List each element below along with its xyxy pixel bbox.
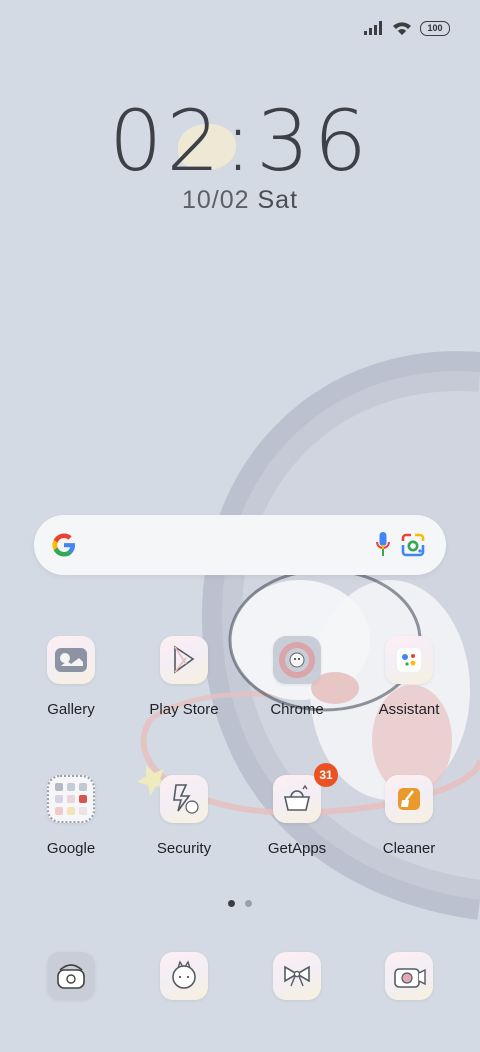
app-cleaner[interactable]: Cleaner xyxy=(353,775,465,875)
dock-camera[interactable] xyxy=(353,952,465,1052)
app-label: GetApps xyxy=(267,840,327,857)
page-dot-active[interactable] xyxy=(228,900,235,907)
app-security[interactable]: Security xyxy=(128,775,240,875)
app-label: Chrome xyxy=(270,701,324,718)
app-label: Google xyxy=(46,840,96,857)
dock-phone[interactable] xyxy=(15,952,127,1052)
assistant-icon xyxy=(385,636,433,684)
dock-messages[interactable] xyxy=(128,952,240,1052)
cleaner-icon xyxy=(385,775,433,823)
ribbon-icon xyxy=(273,952,321,1000)
camera-icon xyxy=(385,952,433,1000)
app-label: Cleaner xyxy=(382,840,436,857)
page-dot[interactable] xyxy=(245,900,252,907)
messages-icon xyxy=(160,952,208,1000)
app-play-store[interactable]: Play Store xyxy=(128,636,240,736)
google-g-icon xyxy=(52,533,75,557)
microphone-icon[interactable] xyxy=(376,531,390,559)
status-bar: 100 xyxy=(364,18,450,38)
phone-icon xyxy=(47,952,95,1000)
signal-icon xyxy=(364,21,382,35)
date-text: 10/02 xyxy=(181,186,250,214)
dock-ribbon[interactable] xyxy=(241,952,353,1052)
app-google-folder[interactable]: Google xyxy=(15,775,127,875)
app-gallery[interactable]: Gallery xyxy=(15,636,127,736)
app-chrome[interactable]: Chrome xyxy=(241,636,353,736)
clock-minutes: 36 xyxy=(256,92,372,190)
chrome-icon xyxy=(273,636,321,684)
security-icon xyxy=(160,775,208,823)
app-label: Play Store xyxy=(149,701,219,718)
clock-date[interactable]: 10/02 Sat xyxy=(0,186,480,215)
google-lens-icon[interactable] xyxy=(400,532,426,558)
app-getapps[interactable]: 31 GetApps xyxy=(241,763,353,875)
google-search-bar[interactable] xyxy=(34,515,446,575)
getapps-icon xyxy=(273,775,321,823)
app-label: Security xyxy=(156,840,212,857)
battery-icon: 100 xyxy=(420,20,450,36)
clock-hours: 02 xyxy=(108,92,224,190)
clock-separator: : xyxy=(223,92,257,190)
app-assistant[interactable]: Assistant xyxy=(353,636,465,736)
wifi-icon xyxy=(393,21,411,35)
play-store-icon xyxy=(160,636,208,684)
weekday-text: Sat xyxy=(257,186,299,214)
google-folder-icon xyxy=(47,775,95,823)
clock-time[interactable]: 02:36 xyxy=(0,92,480,190)
gallery-icon xyxy=(47,636,95,684)
app-label: Gallery xyxy=(47,701,95,718)
notification-badge: 31 xyxy=(314,763,338,787)
page-indicator[interactable] xyxy=(228,900,252,907)
app-label: Assistant xyxy=(378,701,440,718)
